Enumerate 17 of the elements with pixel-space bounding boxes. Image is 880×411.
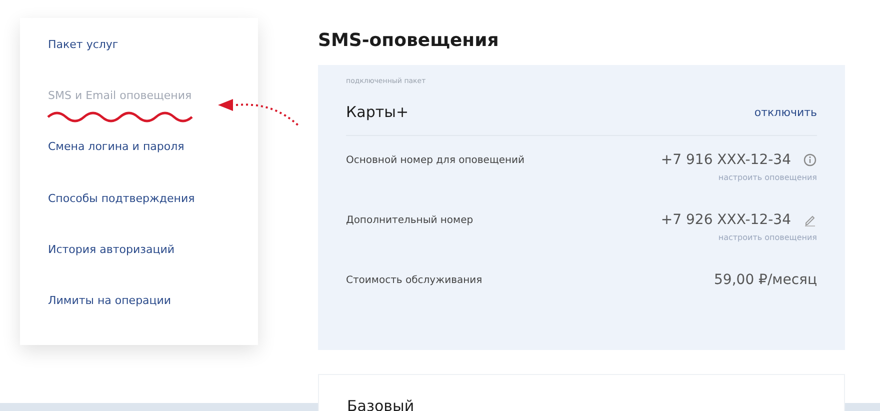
menu-item[interactable]: Лимиты на операции (48, 294, 172, 346)
menu-item[interactable]: Способы подтверждения (48, 192, 195, 243)
menu-item[interactable]: История авторизаций (48, 242, 175, 294)
row-label: Основной номер для оповещений (346, 154, 525, 166)
menu-item[interactable]: Смена логина и пароля (48, 140, 184, 192)
row-value: +7 916 XXX-12-34 (660, 152, 791, 168)
row-label: Дополнительный номер (346, 214, 474, 226)
row-value: +7 926 XXX-12-34 (660, 212, 791, 228)
package-name: Базовый (347, 397, 416, 411)
page-title: SMS-оповещения (318, 30, 500, 51)
info-icon[interactable] (803, 153, 817, 167)
row-value: 59,00 ₽/месяц (714, 272, 817, 288)
menu-item[interactable]: Пакет услуг (48, 38, 118, 90)
disable-link[interactable]: отключить (754, 106, 817, 118)
pencil-icon[interactable] (803, 213, 817, 227)
package-name: Карты+ (346, 103, 409, 121)
row-label: Стоимость обслуживания (346, 274, 482, 286)
